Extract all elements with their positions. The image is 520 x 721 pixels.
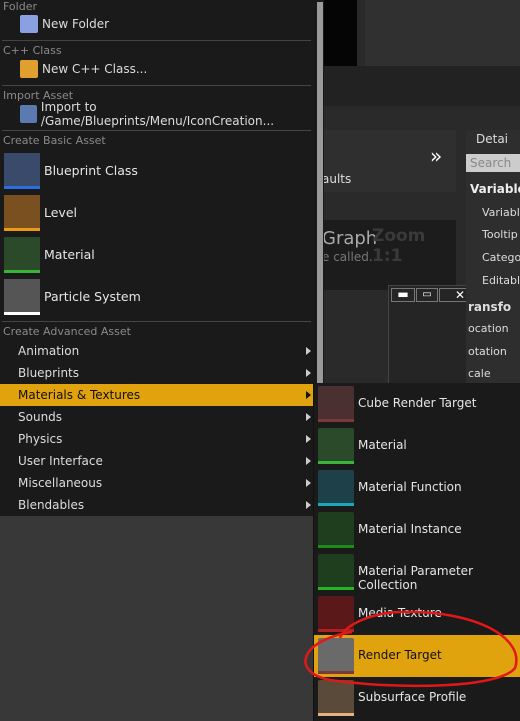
annotation-stroke — [304, 610, 518, 688]
red-circle-annotation — [304, 610, 518, 688]
